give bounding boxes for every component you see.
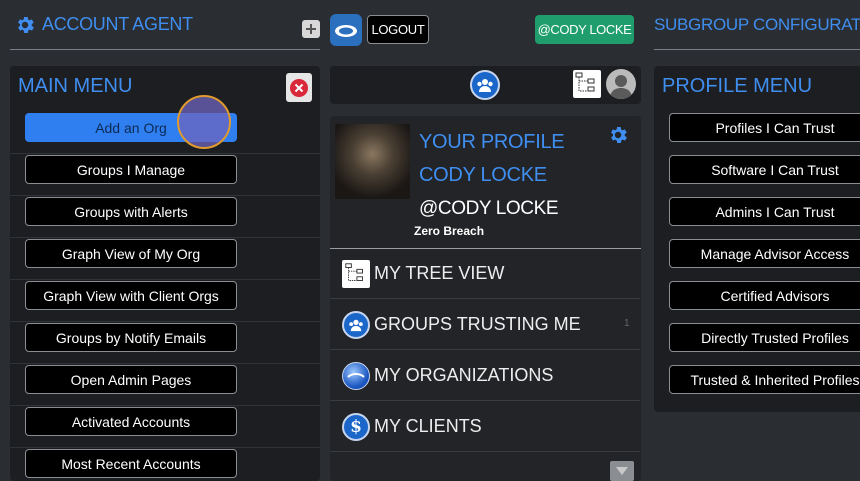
tree-view-icon <box>342 259 370 288</box>
chevron-down-icon <box>616 467 628 475</box>
graph-view-my-org-button[interactable]: Graph View of My Org <box>25 239 237 268</box>
software-i-can-trust-button[interactable]: Software I Can Trust <box>669 155 860 184</box>
profile-menu-panel: PROFILE MENU Profiles I Can Trust Softwa… <box>654 66 860 412</box>
account-agent-column: ACCOUNT AGENT MAIN MENU Add an Org Group… <box>0 0 320 481</box>
divider <box>10 321 320 322</box>
profile-name: CODY LOCKE <box>419 164 547 186</box>
profile-header-bar: LOGOUT @CODY LOCKE <box>330 0 642 50</box>
scroll-down-button[interactable] <box>610 461 634 481</box>
close-icon <box>290 78 308 97</box>
nav-label: MY CLIENTS <box>374 416 482 436</box>
main-menu-title: MAIN MENU <box>18 75 133 97</box>
profile-handle: @CODY LOCKE <box>419 198 559 219</box>
groups-icon[interactable] <box>470 70 500 100</box>
account-agent-title: ACCOUNT AGENT <box>42 14 193 34</box>
nav-my-organizations[interactable]: MY ORGANIZATIONS <box>330 351 640 401</box>
divider <box>10 363 320 364</box>
account-agent-header: ACCOUNT AGENT <box>10 0 320 50</box>
profile-card: YOUR PROFILE CODY LOCKE @CODY LOCKE Zero… <box>330 116 641 481</box>
nav-groups-trusting-me[interactable]: GROUPS TRUSTING ME 1 <box>330 300 640 350</box>
profile-menu-title: PROFILE MENU <box>662 75 813 97</box>
add-icon[interactable] <box>302 20 320 38</box>
nav-label: MY TREE VIEW <box>374 263 505 283</box>
divider <box>10 447 320 448</box>
groups-by-notify-emails-button[interactable]: Groups by Notify Emails <box>25 323 237 352</box>
tree-view-icon[interactable] <box>573 70 601 98</box>
divider <box>10 279 320 280</box>
organizations-globe-icon <box>342 361 370 390</box>
divider <box>10 237 320 238</box>
clients-dollar-icon: $ <box>342 412 370 441</box>
subgroup-header: SUBGROUP CONFIGURATIO <box>654 0 860 50</box>
activated-accounts-button[interactable]: Activated Accounts <box>25 407 237 436</box>
logout-button[interactable]: LOGOUT <box>367 15 429 44</box>
profile-org: Zero Breach <box>414 224 485 238</box>
subgroup-title: SUBGROUP CONFIGURATIO <box>654 14 860 34</box>
user-badge[interactable]: @CODY LOCKE <box>535 15 634 44</box>
close-button[interactable] <box>286 73 312 102</box>
gear-icon[interactable] <box>14 14 36 36</box>
groups-with-alerts-button[interactable]: Groups with Alerts <box>25 197 237 226</box>
avatar[interactable] <box>606 69 636 99</box>
divider <box>10 405 320 406</box>
cloud-logo-icon[interactable] <box>330 14 362 46</box>
nav-label: GROUPS TRUSTING ME <box>374 314 581 334</box>
trusted-inherited-profiles-button[interactable]: Trusted & Inherited Profiles <box>669 365 860 394</box>
groups-i-manage-button[interactable]: Groups I Manage <box>25 155 237 184</box>
profile-heading: YOUR PROFILE <box>419 131 565 153</box>
subgroup-configuration-column: SUBGROUP CONFIGURATIO PROFILE MENU Profi… <box>654 0 860 481</box>
gear-icon[interactable] <box>607 124 629 146</box>
admins-i-can-trust-button[interactable]: Admins I Can Trust <box>669 197 860 226</box>
profile-column: LOGOUT @CODY LOCKE YOUR PROFILE CODY LOC… <box>330 0 642 481</box>
nav-my-clients[interactable]: $ MY CLIENTS <box>330 402 640 452</box>
profile-toolbar <box>330 66 641 104</box>
click-indicator <box>177 95 231 149</box>
directly-trusted-profiles-button[interactable]: Directly Trusted Profiles <box>669 323 860 352</box>
most-recent-accounts-button[interactable]: Most Recent Accounts <box>25 449 237 478</box>
open-admin-pages-button[interactable]: Open Admin Pages <box>25 365 237 394</box>
groups-count: 1 <box>624 318 630 329</box>
graph-view-client-orgs-button[interactable]: Graph View with Client Orgs <box>25 281 237 310</box>
manage-advisor-access-button[interactable]: Manage Advisor Access <box>669 239 860 268</box>
groups-icon <box>342 310 370 339</box>
nav-label: MY ORGANIZATIONS <box>374 365 554 385</box>
profiles-i-can-trust-button[interactable]: Profiles I Can Trust <box>669 113 860 142</box>
profile-photo <box>335 124 410 199</box>
divider <box>10 195 320 196</box>
nav-my-tree-view[interactable]: MY TREE VIEW <box>330 249 640 299</box>
divider <box>10 153 320 154</box>
certified-advisors-button[interactable]: Certified Advisors <box>669 281 860 310</box>
